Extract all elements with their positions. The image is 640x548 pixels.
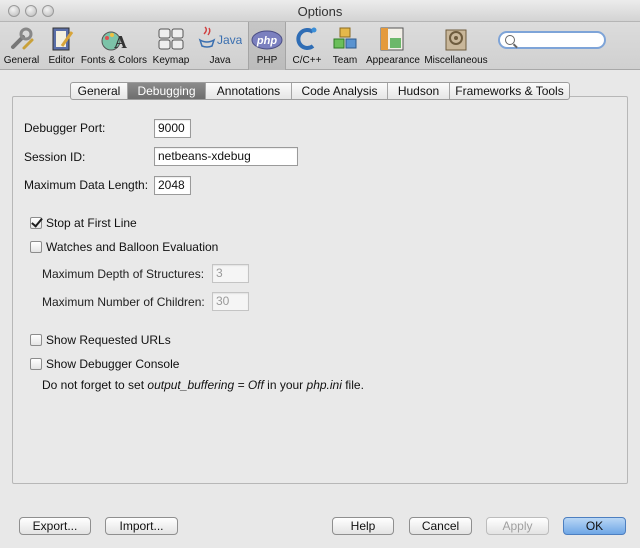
watches-balloon-checkbox[interactable] [30, 241, 42, 253]
toolbar-item-c-cpp[interactable]: C/C++ [288, 22, 326, 70]
wrench-icon [10, 27, 33, 50]
toolbar-item-general[interactable]: General [0, 22, 43, 70]
search-input[interactable] [498, 31, 606, 49]
php-icon: php [251, 30, 283, 50]
stop-first-line-label[interactable]: Stop at First Line [46, 216, 137, 230]
team-icon [333, 27, 357, 49]
c-cpp-icon [296, 27, 317, 50]
debugger-port-field[interactable]: 9000 [154, 119, 191, 138]
tab-code-analysis[interactable]: Code Analysis [292, 83, 388, 99]
toolbar-item-appearance[interactable]: Appearance [366, 22, 420, 70]
svg-text:Java: Java [217, 33, 242, 47]
tab-hudson[interactable]: Hudson [388, 83, 450, 99]
editor-icon [52, 27, 73, 51]
miscellaneous-icon [445, 29, 467, 51]
tab-debugging[interactable]: Debugging [128, 83, 206, 99]
output-buffering-note: Do not forget to set output_buffering = … [42, 378, 364, 392]
toolbar-item-editor[interactable]: Editor [43, 22, 80, 70]
cancel-button[interactable]: Cancel [409, 517, 472, 535]
search-icon [505, 35, 515, 45]
show-console-label[interactable]: Show Debugger Console [46, 357, 179, 371]
session-id-field[interactable]: netbeans-xdebug [154, 147, 298, 166]
watches-balloon-label[interactable]: Watches and Balloon Evaluation [46, 240, 218, 254]
php-tab-bar: General Debugging Annotations Code Analy… [70, 82, 570, 100]
help-button[interactable]: Help [332, 517, 394, 535]
svg-text:A: A [114, 32, 127, 52]
apply-button[interactable]: Apply [486, 517, 549, 535]
max-data-length-field[interactable]: 2048 [154, 176, 191, 195]
debugger-port-label: Debugger Port: [24, 121, 106, 135]
java-icon: Java [198, 26, 242, 48]
toolbar-item-fonts-colors[interactable]: A Fonts & Colors [80, 22, 148, 70]
export-button[interactable]: Export... [19, 517, 91, 535]
show-console-checkbox[interactable] [30, 358, 42, 370]
fonts-colors-icon: A [101, 31, 127, 52]
show-urls-checkbox[interactable] [30, 334, 42, 346]
max-depth-field[interactable]: 3 [212, 264, 249, 283]
max-children-field[interactable]: 30 [212, 292, 249, 311]
svg-text:php: php [256, 35, 277, 47]
window-title: Options [297, 4, 343, 19]
toolbar-item-php[interactable]: php PHP [248, 22, 286, 70]
session-id-label: Session ID: [24, 150, 86, 164]
max-depth-label: Maximum Depth of Structures: [42, 267, 205, 281]
max-children-label: Maximum Number of Children: [42, 295, 205, 309]
tab-frameworks-tools[interactable]: Frameworks & Tools [450, 83, 569, 99]
title-bar: Options [0, 0, 640, 22]
appearance-icon [380, 27, 404, 51]
show-urls-label[interactable]: Show Requested URLs [46, 333, 171, 347]
stop-first-line-checkbox[interactable] [30, 217, 42, 229]
toolbar-item-java[interactable]: Java Java [196, 22, 244, 70]
toolbar-item-team[interactable]: Team [328, 22, 362, 70]
tab-general[interactable]: General [71, 83, 128, 99]
import-button[interactable]: Import... [105, 517, 178, 535]
ok-button[interactable]: OK [563, 517, 626, 535]
toolbar-item-keymap[interactable]: Keymap [150, 22, 192, 70]
max-data-length-label: Maximum Data Length: [24, 178, 149, 192]
category-toolbar: General Editor A Fonts & Colors Keymap J [0, 22, 640, 70]
debugging-panel [12, 96, 628, 484]
toolbar-item-miscellaneous[interactable]: Miscellaneous [424, 22, 488, 70]
tab-annotations[interactable]: Annotations [206, 83, 292, 99]
keymap-icon [158, 28, 184, 50]
